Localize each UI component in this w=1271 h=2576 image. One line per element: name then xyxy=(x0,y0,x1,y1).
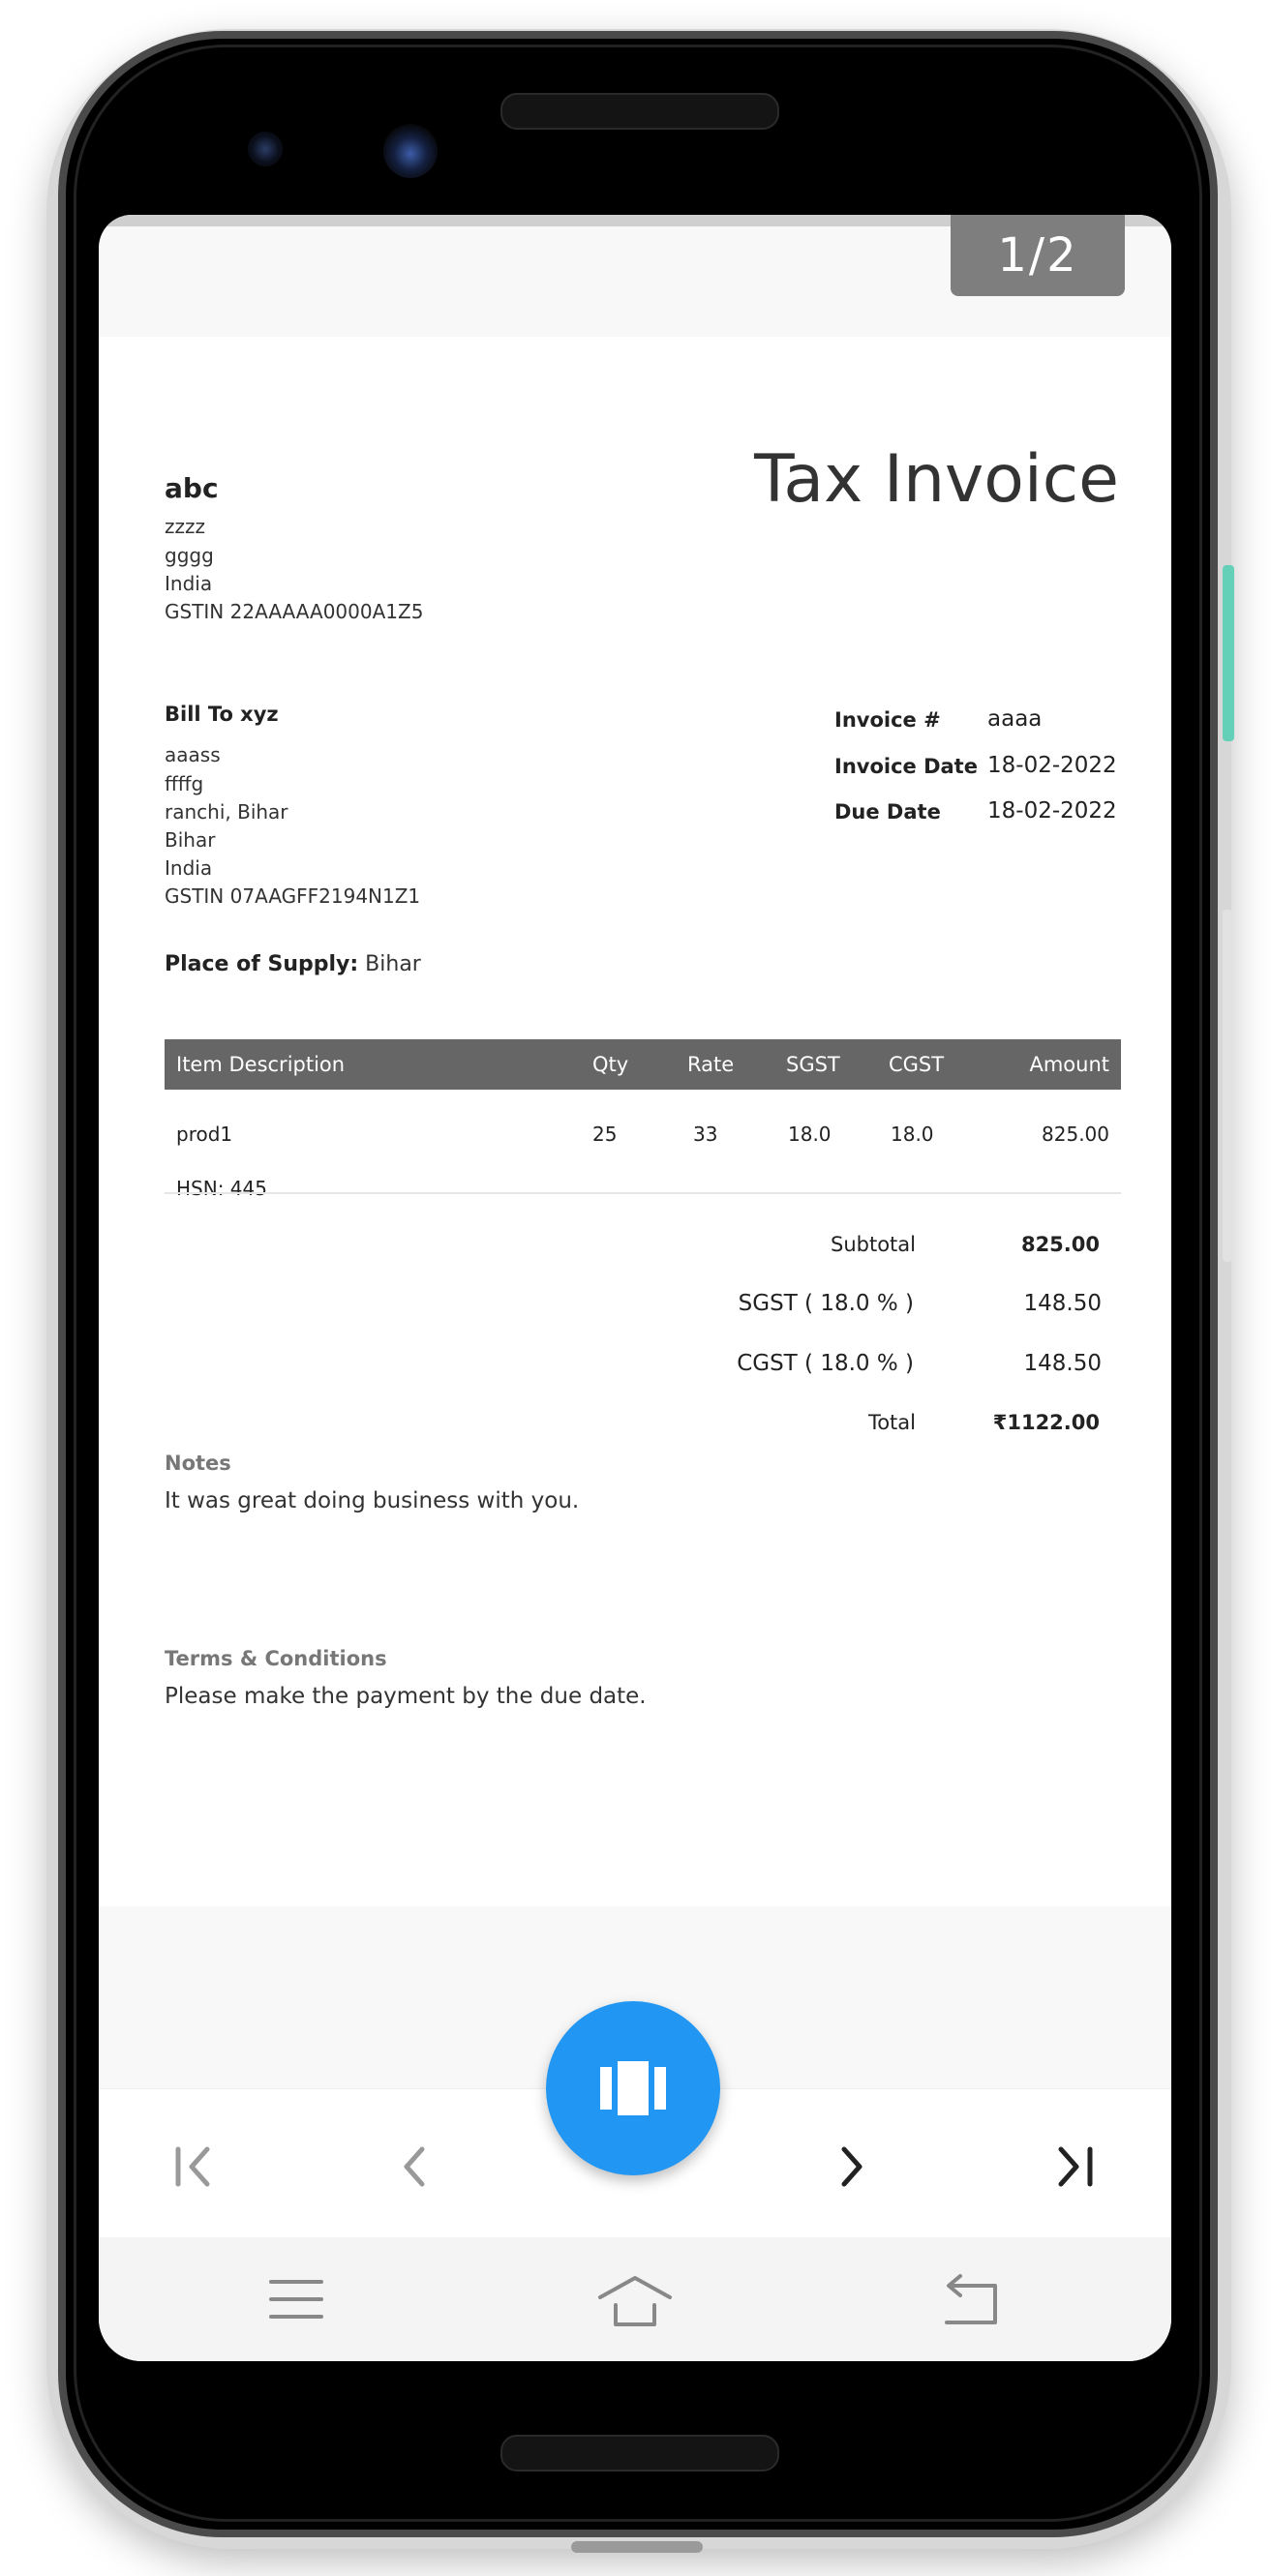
invoice-date-value: 18-02-2022 xyxy=(987,753,1117,778)
item-description: prod1 xyxy=(176,1123,233,1146)
seller-name: abc xyxy=(165,472,219,504)
front-camera-icon xyxy=(383,124,438,178)
power-button xyxy=(1223,565,1234,741)
total-label: Total xyxy=(867,1411,916,1434)
bill-to-heading: Bill To xyz xyxy=(165,703,279,726)
item-qty: 25 xyxy=(592,1123,618,1146)
invoice-number-value: aaaa xyxy=(987,706,1043,732)
view-mode-button[interactable] xyxy=(546,2001,720,2175)
column-header-description: Item Description xyxy=(176,1053,346,1076)
back-button[interactable] xyxy=(935,2266,1013,2334)
sgst-label: SGST ( 18.0 % ) xyxy=(738,1291,914,1316)
menu-button[interactable] xyxy=(257,2266,335,2334)
back-icon xyxy=(945,2274,997,2324)
bill-to-line: Bihar xyxy=(165,828,216,852)
previous-page-button[interactable] xyxy=(385,2138,443,2196)
column-header-qty: Qty xyxy=(592,1053,629,1076)
seller-address-line: gggg xyxy=(165,544,214,567)
first-page-button[interactable] xyxy=(165,2138,223,2196)
invoice-document[interactable]: abc zzzz gggg India GSTIN 22AAAAA0000A1Z… xyxy=(99,337,1171,1906)
item-hsn: HSN: 445 xyxy=(176,1177,267,1200)
invoice-date-label: Invoice Date xyxy=(834,755,978,778)
sensor-icon xyxy=(248,132,283,166)
sgst-value: 148.50 xyxy=(1023,1291,1102,1316)
column-header-sgst: SGST xyxy=(786,1053,840,1076)
view-mode-icon xyxy=(600,2061,666,2115)
system-navigation-bar xyxy=(99,2237,1171,2361)
earpiece-speaker xyxy=(500,93,779,130)
column-header-amount: Amount xyxy=(1029,1053,1109,1076)
screen: 1/2 abc zzzz gggg India GSTIN 22AAAAA000… xyxy=(99,215,1171,2361)
terms-heading: Terms & Conditions xyxy=(165,1647,387,1670)
cgst-label: CGST ( 18.0 % ) xyxy=(737,1351,914,1376)
last-page-icon xyxy=(1058,2146,1093,2187)
item-cgst: 18.0 xyxy=(891,1123,934,1146)
bill-to-line: ranchi, Bihar xyxy=(165,800,288,824)
menu-icon xyxy=(269,2280,323,2319)
bill-to-line: ffffg xyxy=(165,772,204,795)
subtotal-value: 825.00 xyxy=(1020,1233,1100,1256)
invoice-title: Tax Invoice xyxy=(754,441,1119,518)
due-date-value: 18-02-2022 xyxy=(987,798,1117,824)
item-sgst: 18.0 xyxy=(788,1123,832,1146)
place-of-supply-label: Place of Supply: xyxy=(165,952,359,976)
invoice-number-label: Invoice # xyxy=(834,708,941,732)
bill-to-gstin: GSTIN 07AAGFF2194N1Z1 xyxy=(165,884,421,908)
terms-text: Please make the payment by the due date. xyxy=(165,1684,647,1709)
seller-address-line: zzzz xyxy=(165,515,205,538)
next-page-button[interactable] xyxy=(823,2138,881,2196)
usb-port xyxy=(571,2541,703,2553)
notes-text: It was great doing business with you. xyxy=(165,1488,580,1513)
bill-to-line: aaass xyxy=(165,743,221,766)
column-header-rate: Rate xyxy=(687,1053,735,1076)
item-amount: 825.00 xyxy=(1042,1123,1109,1146)
home-icon xyxy=(598,2276,672,2326)
item-rate: 33 xyxy=(693,1123,718,1146)
previous-page-icon xyxy=(404,2146,425,2187)
column-header-cgst: CGST xyxy=(889,1053,945,1076)
place-of-supply-value: Bihar xyxy=(365,952,421,976)
place-of-supply: Place of Supply: Bihar xyxy=(165,952,421,976)
page-indicator: 1/2 xyxy=(951,215,1125,296)
total-value: ₹1122.00 xyxy=(992,1411,1100,1434)
table-header: Item Description Qty Rate SGST CGST Amou… xyxy=(165,1039,1121,1090)
notes-heading: Notes xyxy=(165,1452,231,1475)
seller-gstin: GSTIN 22AAAAA0000A1Z5 xyxy=(165,600,424,623)
seller-address-line: India xyxy=(165,572,213,595)
due-date-label: Due Date xyxy=(834,800,941,824)
bill-to-line: India xyxy=(165,856,213,880)
cgst-value: 148.50 xyxy=(1023,1351,1102,1376)
volume-button xyxy=(1223,910,1232,1262)
next-page-icon xyxy=(841,2146,862,2187)
first-page-icon xyxy=(175,2146,210,2187)
subtotal-label: Subtotal xyxy=(831,1233,916,1256)
home-button[interactable] xyxy=(596,2266,674,2334)
divider xyxy=(165,1192,1121,1194)
bottom-speaker xyxy=(500,2435,779,2471)
last-page-button[interactable] xyxy=(1045,2138,1104,2196)
